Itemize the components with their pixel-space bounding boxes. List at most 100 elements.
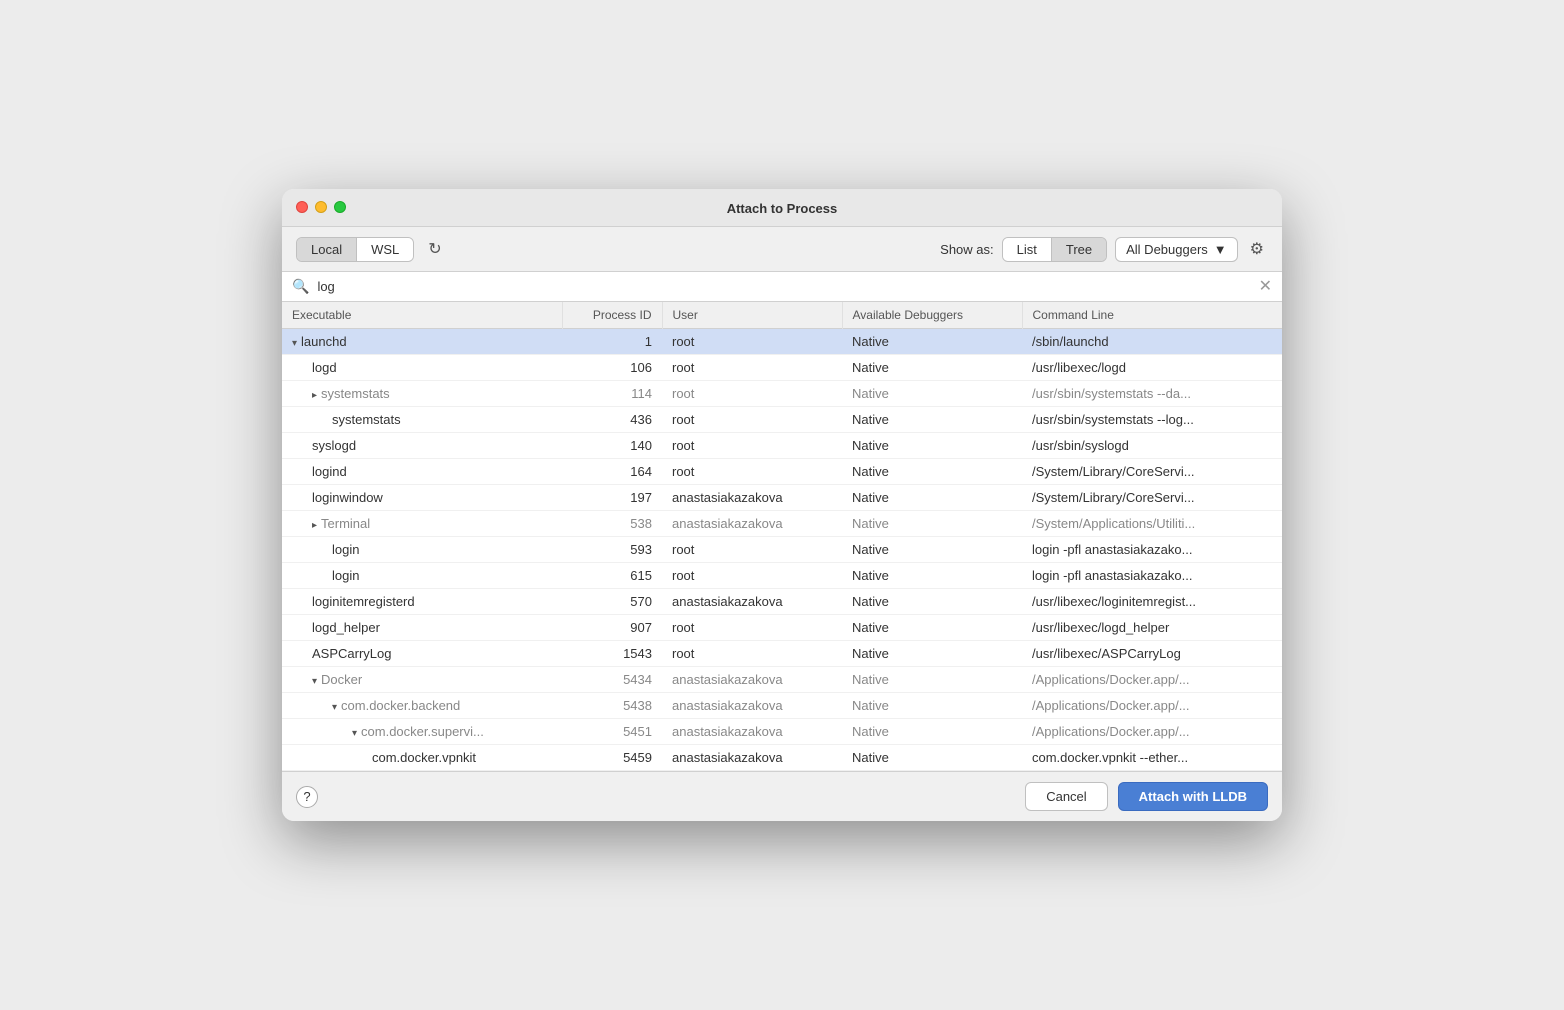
cell-pid: 436 <box>562 407 662 433</box>
table-row[interactable]: loginitemregisterd570anastasiakazakovaNa… <box>282 589 1282 615</box>
help-button[interactable]: ? <box>296 786 318 808</box>
cell-cmdline: /System/Library/CoreServi... <box>1022 485 1282 511</box>
cell-cmdline: /usr/libexec/ASPCarryLog <box>1022 641 1282 667</box>
cell-user: root <box>662 563 842 589</box>
cell-pid: 164 <box>562 459 662 485</box>
list-view-button[interactable]: List <box>1003 238 1052 261</box>
column-header-debuggers: Available Debuggers <box>842 302 1022 329</box>
cell-debuggers: Native <box>842 381 1022 407</box>
cell-executable: ▾com.docker.supervi... <box>282 719 562 745</box>
column-header-executable: Executable <box>282 302 562 329</box>
cell-debuggers: Native <box>842 459 1022 485</box>
cell-pid: 615 <box>562 563 662 589</box>
cell-debuggers: Native <box>842 511 1022 537</box>
process-table-container: Executable Process ID User Available Deb… <box>282 302 1282 771</box>
show-as-group: List Tree <box>1002 237 1107 262</box>
cell-pid: 114 <box>562 381 662 407</box>
table-row[interactable]: ▾com.docker.supervi...5451anastasiakazak… <box>282 719 1282 745</box>
cell-cmdline: login -pfl anastasiakazako... <box>1022 563 1282 589</box>
table-row[interactable]: login615rootNativelogin -pfl anastasiaka… <box>282 563 1282 589</box>
cell-pid: 5434 <box>562 667 662 693</box>
expand-icon: ▸ <box>312 390 317 401</box>
table-row[interactable]: ▸Terminal538anastasiakazakovaNative/Syst… <box>282 511 1282 537</box>
cell-executable: syslogd <box>282 433 562 459</box>
search-icon: 🔍 <box>292 278 309 295</box>
table-row[interactable]: logd_helper907rootNative/usr/libexec/log… <box>282 615 1282 641</box>
attach-button[interactable]: Attach with LLDB <box>1118 782 1268 811</box>
cell-debuggers: Native <box>842 433 1022 459</box>
cell-user: root <box>662 355 842 381</box>
cell-cmdline: /usr/libexec/logd <box>1022 355 1282 381</box>
debugger-dropdown-label: All Debuggers <box>1126 242 1208 257</box>
table-row[interactable]: login593rootNativelogin -pfl anastasiaka… <box>282 537 1282 563</box>
cell-user: root <box>662 537 842 563</box>
cell-debuggers: Native <box>842 537 1022 563</box>
cell-executable: com.docker.vpnkit <box>282 745 562 771</box>
cell-pid: 570 <box>562 589 662 615</box>
cell-executable: systemstats <box>282 407 562 433</box>
minimize-button[interactable] <box>315 201 327 213</box>
cell-user: root <box>662 459 842 485</box>
settings-button[interactable]: ⚙ <box>1246 235 1268 263</box>
cell-cmdline: /usr/libexec/loginitemregist... <box>1022 589 1282 615</box>
cell-debuggers: Native <box>842 641 1022 667</box>
table-header-row: Executable Process ID User Available Deb… <box>282 302 1282 329</box>
cell-user: anastasiakazakova <box>662 667 842 693</box>
cell-cmdline: login -pfl anastasiakazako... <box>1022 537 1282 563</box>
cell-executable: ▾Docker <box>282 667 562 693</box>
close-button[interactable] <box>296 201 308 213</box>
cell-pid: 5459 <box>562 745 662 771</box>
cell-cmdline: /Applications/Docker.app/... <box>1022 667 1282 693</box>
cell-executable: login <box>282 563 562 589</box>
cancel-button[interactable]: Cancel <box>1025 782 1107 811</box>
cell-pid: 197 <box>562 485 662 511</box>
table-body: ▾launchd1rootNative/sbin/launchdlogd106r… <box>282 329 1282 771</box>
table-row[interactable]: ▾launchd1rootNative/sbin/launchd <box>282 329 1282 355</box>
table-row[interactable]: ▾com.docker.backend5438anastasiakazakova… <box>282 693 1282 719</box>
cell-cmdline: com.docker.vpnkit --ether... <box>1022 745 1282 771</box>
table-row[interactable]: ▾Docker5434anastasiakazakovaNative/Appli… <box>282 667 1282 693</box>
table-row[interactable]: ▸systemstats114rootNative/usr/sbin/syste… <box>282 381 1282 407</box>
table-row[interactable]: logd106rootNative/usr/libexec/logd <box>282 355 1282 381</box>
cell-executable: logd_helper <box>282 615 562 641</box>
cell-user: anastasiakazakova <box>662 589 842 615</box>
cell-debuggers: Native <box>842 355 1022 381</box>
cell-pid: 593 <box>562 537 662 563</box>
refresh-button[interactable]: ↻ <box>422 235 447 263</box>
cell-cmdline: /System/Library/CoreServi... <box>1022 459 1282 485</box>
search-input[interactable] <box>317 279 1250 294</box>
cell-user: root <box>662 641 842 667</box>
table-row[interactable]: syslogd140rootNative/usr/sbin/syslogd <box>282 433 1282 459</box>
clear-search-button[interactable]: ✕ <box>1259 279 1272 295</box>
cell-cmdline: /sbin/launchd <box>1022 329 1282 355</box>
cell-cmdline: /usr/sbin/syslogd <box>1022 433 1282 459</box>
cell-executable: ▾launchd <box>282 329 562 355</box>
debugger-dropdown[interactable]: All Debuggers ▼ <box>1115 237 1238 262</box>
cell-user: root <box>662 329 842 355</box>
toolbar: Local WSL ↻ Show as: List Tree All Debug… <box>282 227 1282 272</box>
table-row[interactable]: com.docker.vpnkit5459anastasiakazakovaNa… <box>282 745 1282 771</box>
local-button[interactable]: Local <box>297 238 357 261</box>
maximize-button[interactable] <box>334 201 346 213</box>
table-row[interactable]: loginwindow197anastasiakazakovaNative/Sy… <box>282 485 1282 511</box>
expand-icon: ▾ <box>312 676 317 687</box>
tree-view-button[interactable]: Tree <box>1052 238 1106 261</box>
chevron-down-icon: ▼ <box>1214 242 1227 257</box>
column-header-user: User <box>662 302 842 329</box>
table-row[interactable]: logind164rootNative/System/Library/CoreS… <box>282 459 1282 485</box>
cell-debuggers: Native <box>842 667 1022 693</box>
cell-executable: ▸systemstats <box>282 381 562 407</box>
table-row[interactable]: ASPCarryLog1543rootNative/usr/libexec/AS… <box>282 641 1282 667</box>
attach-to-process-dialog: Attach to Process Local WSL ↻ Show as: L… <box>282 189 1282 821</box>
title-bar: Attach to Process <box>282 189 1282 227</box>
cell-pid: 140 <box>562 433 662 459</box>
show-as-label: Show as: <box>940 242 993 257</box>
cell-cmdline: /System/Applications/Utiliti... <box>1022 511 1282 537</box>
expand-icon: ▸ <box>312 520 317 531</box>
table-row[interactable]: systemstats436rootNative/usr/sbin/system… <box>282 407 1282 433</box>
cell-pid: 538 <box>562 511 662 537</box>
cell-cmdline: /usr/sbin/systemstats --da... <box>1022 381 1282 407</box>
cell-pid: 1543 <box>562 641 662 667</box>
wsl-button[interactable]: WSL <box>357 238 413 261</box>
cell-cmdline: /Applications/Docker.app/... <box>1022 719 1282 745</box>
